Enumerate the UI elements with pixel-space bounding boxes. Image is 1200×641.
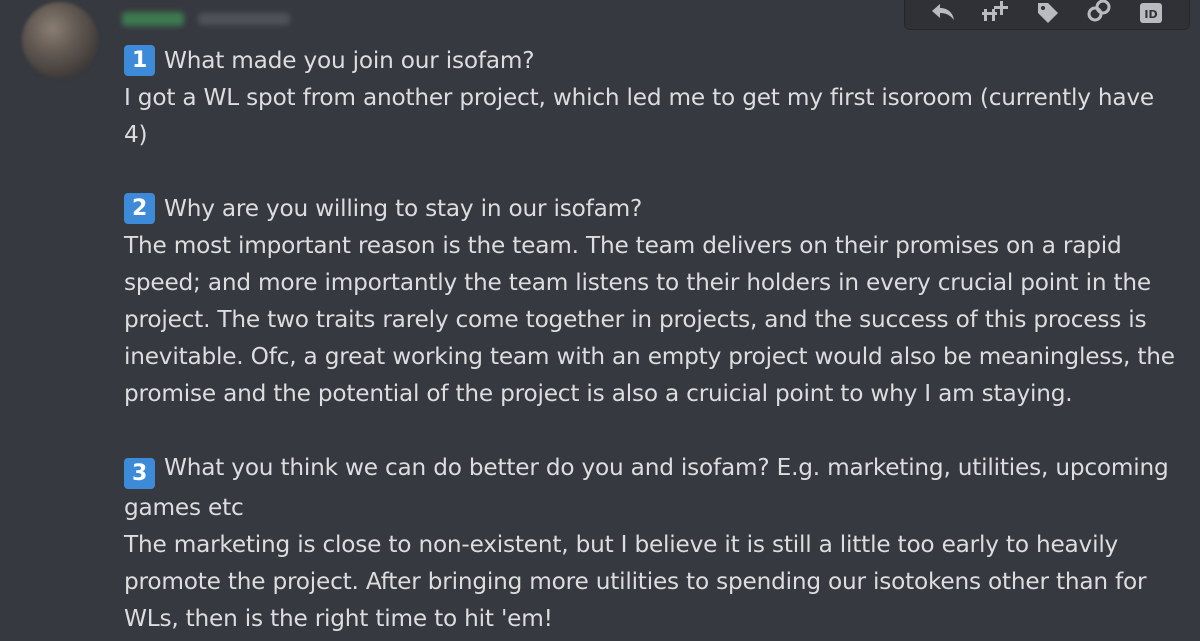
number-badge-1: 1 [124,45,155,76]
question-2: Why are you willing to stay in our isofa… [164,195,643,222]
answer-2: The most important reason is the team. T… [124,232,1175,407]
number-badge-2: 2 [124,193,155,224]
qa-section-3: 3 What you think we can do better do you … [124,449,1184,637]
qa-section-1: 1 What made you join our isofam? I got a… [124,42,1184,153]
question-1: What made you join our isofam? [164,47,535,74]
svg-text:ID: ID [1144,8,1157,21]
message-toolbar: ID [904,0,1190,30]
qa-section-2: 2 Why are you willing to stay in our iso… [124,190,1184,412]
link-icon[interactable] [1085,0,1113,23]
id-icon[interactable]: ID [1137,0,1165,23]
username-redacted[interactable] [122,12,184,26]
number-badge-3: 3 [124,458,155,489]
avatar[interactable] [22,2,98,78]
answer-3: The marketing is close to non-existent, … [124,531,1147,632]
timestamp-redacted [198,13,290,25]
message-header [122,6,290,32]
create-thread-icon[interactable] [981,0,1009,23]
tag-icon[interactable] [1033,0,1061,23]
question-3: What you think we can do better do you a… [124,454,1169,521]
reply-icon[interactable] [929,0,957,23]
answer-1: I got a WL spot from another project, wh… [124,84,1154,148]
message-content: 1 What made you join our isofam? I got a… [124,42,1184,637]
